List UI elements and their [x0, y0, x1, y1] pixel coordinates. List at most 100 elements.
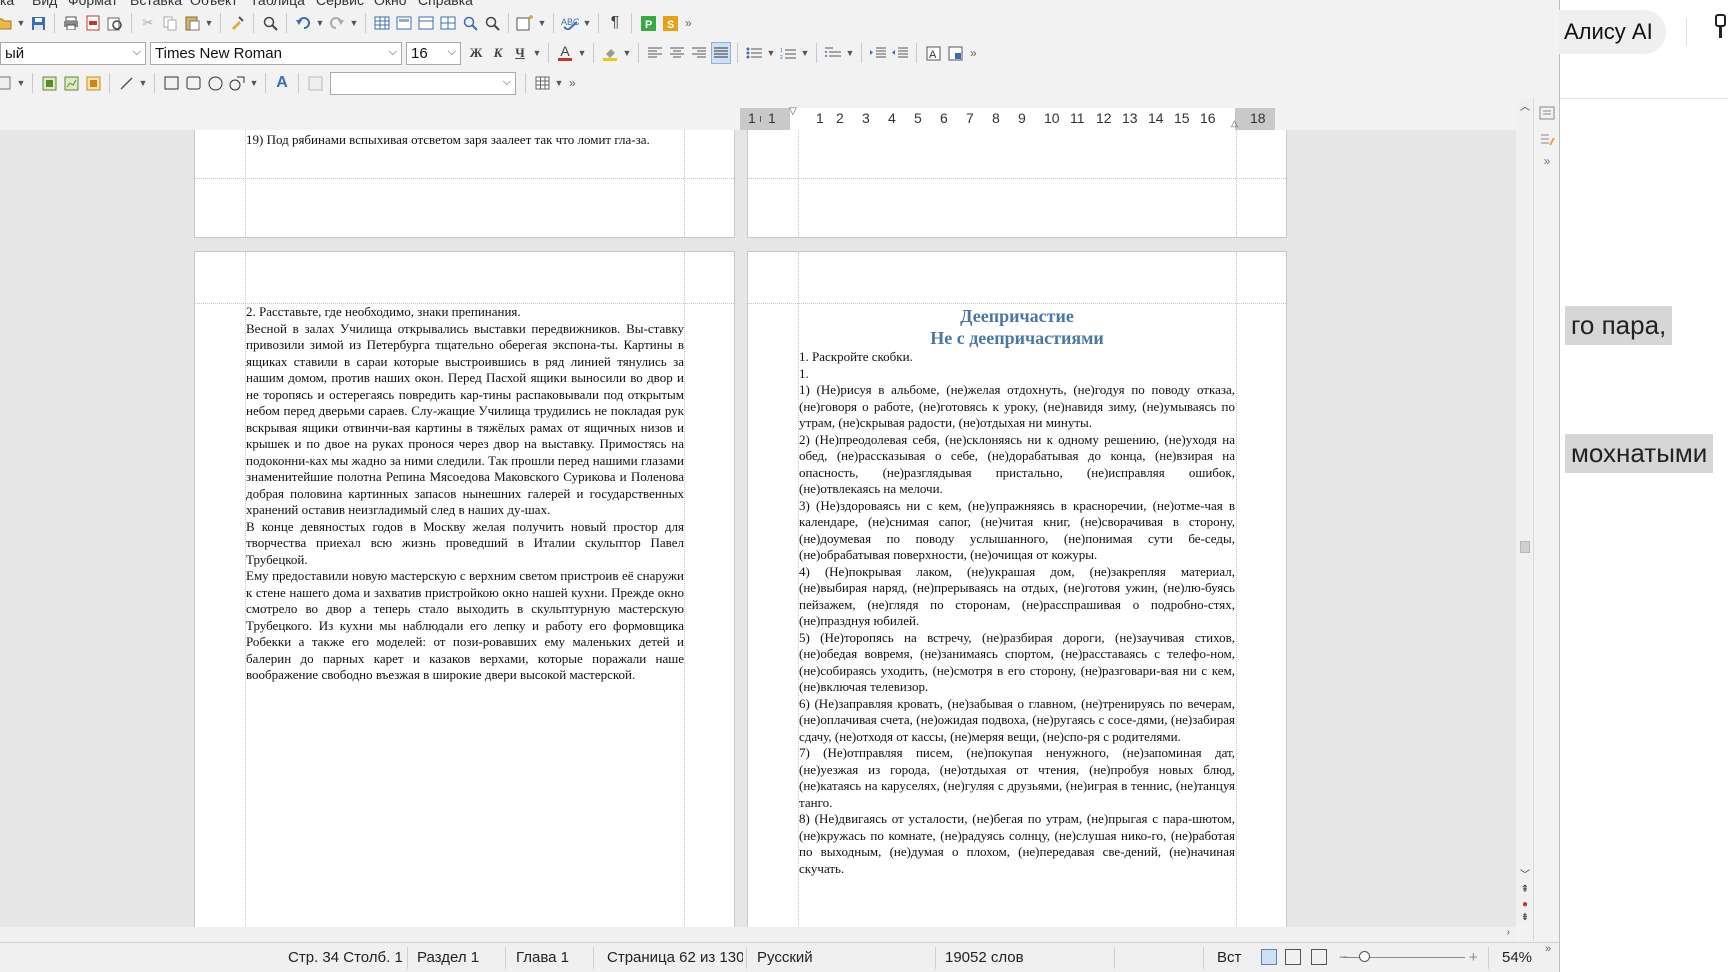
italic-button[interactable]: К	[488, 42, 508, 64]
plugin-s-icon[interactable]: S	[660, 12, 680, 34]
spellcheck-icon[interactable]: ABC	[560, 12, 580, 34]
right-indent-marker-icon[interactable]: △	[1231, 118, 1238, 129]
line-icon[interactable]	[116, 72, 136, 94]
bullets-icon[interactable]	[744, 42, 764, 64]
underline-dropdown-icon[interactable]: ▼	[532, 42, 542, 64]
toggle-extrusion-icon[interactable]	[305, 72, 325, 94]
document-canvas[interactable]: 19) Под рябинами вспыхивая отсветом заря…	[0, 130, 1516, 927]
sidebar-expand-icon[interactable]: »	[1538, 154, 1556, 172]
line-dropdown-icon[interactable]: ▼	[138, 72, 148, 94]
zoom-find-icon[interactable]	[460, 12, 480, 34]
paragraph-style-select[interactable]: ый ⌵	[0, 41, 146, 65]
next-page-icon[interactable]: ⇟	[1518, 912, 1532, 923]
undo-icon[interactable]	[293, 12, 313, 34]
rounded-rectangle-icon[interactable]	[183, 72, 203, 94]
character-format-icon[interactable]: A	[923, 42, 943, 64]
toolbar-overflow-icon[interactable]: »	[685, 16, 692, 30]
frame-orange-icon[interactable]	[83, 72, 103, 94]
decrease-indent-icon[interactable]	[890, 42, 910, 64]
horizontal-ruler[interactable]: 1 1 ▽ 1 2 3 4 5 6 7 8 9 10 11 12 13 14 1…	[740, 106, 1275, 130]
basic-shapes-icon[interactable]	[227, 72, 247, 94]
font-color-button[interactable]: A	[555, 42, 575, 64]
menu-item-format[interactable]: Формат	[68, 0, 118, 8]
book-view-icon[interactable]	[1311, 949, 1327, 965]
cursor-position[interactable]: Стр. 34 Столб. 1	[288, 949, 403, 966]
page-text-right[interactable]: Деепричастие Не с деепричастиями 1. Раск…	[799, 305, 1235, 877]
insert-field-dropdown-icon[interactable]: ▼	[537, 12, 547, 34]
menu-item-edit[interactable]: ка	[0, 0, 14, 8]
paste-dropdown-icon[interactable]: ▼	[204, 12, 214, 34]
vertical-scrollbar[interactable]: ︿ ﹀ ⇞ ● ⇟	[1518, 98, 1532, 924]
menu-item-object[interactable]: Объект	[190, 0, 238, 8]
scrollbar-thumb[interactable]	[1520, 541, 1530, 553]
scroll-down-icon[interactable]: ﹀	[1518, 866, 1532, 881]
save-icon[interactable]	[28, 12, 48, 34]
insert-table-icon[interactable]	[372, 12, 392, 34]
font-color-dropdown-icon[interactable]: ▼	[577, 42, 587, 64]
align-left-icon[interactable]	[645, 42, 665, 64]
font-name-select[interactable]: Times New Roman ⌵	[150, 41, 402, 65]
zoom-slider-knob[interactable]	[1359, 951, 1370, 962]
plugin-p-icon[interactable]: P	[638, 12, 658, 34]
brush-icon[interactable]	[1713, 14, 1727, 47]
increase-indent-icon[interactable]	[868, 42, 888, 64]
menu-item-table[interactable]: Таблица	[250, 0, 305, 8]
insert-textbox-icon[interactable]	[438, 12, 458, 34]
frame-green-icon[interactable]	[39, 72, 59, 94]
fontwork-icon[interactable]: A	[272, 72, 292, 94]
scroll-right-icon[interactable]: ›	[1507, 927, 1510, 938]
insert-field-icon[interactable]	[515, 12, 535, 34]
menu-item-window[interactable]: Окно	[374, 0, 407, 8]
bullets-dropdown-icon[interactable]: ▼	[766, 42, 776, 64]
indent-marker-icon[interactable]: ▽	[789, 106, 797, 117]
highlight-dropdown-icon[interactable]: ▼	[622, 42, 632, 64]
highlight-color-icon[interactable]	[600, 42, 620, 64]
horizontal-scrollbar[interactable]: ›	[0, 927, 1516, 941]
frame-chart-icon[interactable]	[61, 72, 81, 94]
menu-item-help[interactable]: Справка	[418, 0, 473, 8]
spellcheck-dropdown-icon[interactable]: ▼	[582, 12, 592, 34]
undo-dropdown-icon[interactable]: ▼	[315, 12, 325, 34]
properties-icon[interactable]	[1538, 106, 1556, 124]
scroll-up-icon[interactable]: ︿	[1518, 98, 1532, 113]
outline-dropdown-icon[interactable]: ▼	[845, 42, 855, 64]
align-justify-icon[interactable]	[711, 42, 731, 64]
table-dropdown-icon[interactable]: ▼	[554, 72, 564, 94]
pdf-icon[interactable]	[83, 12, 103, 34]
font-size-select[interactable]: 16 ⌵	[406, 41, 461, 65]
navigation-dot-icon[interactable]: ●	[1518, 899, 1532, 910]
page-text[interactable]: 19) Под рябинами вспыхивая отсветом заря…	[246, 132, 682, 149]
menu-item-tools[interactable]: Сервис	[316, 0, 364, 8]
navigator-icon[interactable]	[482, 12, 502, 34]
redo-dropdown-icon[interactable]: ▼	[349, 12, 359, 34]
toolbar-overflow-icon[interactable]: »	[569, 76, 576, 90]
shapes-dropdown-icon[interactable]: ▼	[249, 72, 259, 94]
rectangle-icon[interactable]	[161, 72, 181, 94]
bold-button[interactable]: Ж	[466, 42, 486, 64]
numbering-dropdown-icon[interactable]: ▼	[800, 42, 810, 64]
align-right-icon[interactable]	[689, 42, 709, 64]
align-center-icon[interactable]	[667, 42, 687, 64]
previous-page-icon[interactable]: ⇞	[1518, 884, 1532, 895]
redo-icon[interactable]	[327, 12, 347, 34]
zoom-in-button[interactable]: +	[1469, 949, 1478, 966]
clone-formatting-icon[interactable]	[227, 12, 247, 34]
insert-mode[interactable]: Вст	[1217, 949, 1241, 966]
multi-page-view-icon[interactable]	[1285, 949, 1301, 965]
toolbar-overflow-icon[interactable]: »	[970, 46, 977, 60]
alisa-ai-button[interactable]: Алису AI	[1559, 10, 1666, 54]
insert-chart-icon[interactable]	[416, 12, 436, 34]
table-grid-icon[interactable]	[532, 72, 552, 94]
find-replace-icon[interactable]	[260, 12, 280, 34]
print-preview-icon[interactable]	[105, 12, 125, 34]
language-indicator[interactable]: Русский	[757, 949, 813, 966]
insert-object-dropdown-icon[interactable]: ▼	[16, 72, 26, 94]
paragraph-format-icon[interactable]	[945, 42, 965, 64]
open-icon[interactable]	[0, 12, 14, 34]
page-indicator[interactable]: Страница 62 из 130	[607, 949, 743, 966]
print-icon[interactable]	[61, 12, 81, 34]
word-count[interactable]: 19052 слов	[945, 949, 1024, 966]
single-page-view-icon[interactable]	[1261, 949, 1277, 965]
menu-item-insert[interactable]: Вставка	[130, 0, 182, 8]
insert-image-icon[interactable]	[394, 12, 414, 34]
